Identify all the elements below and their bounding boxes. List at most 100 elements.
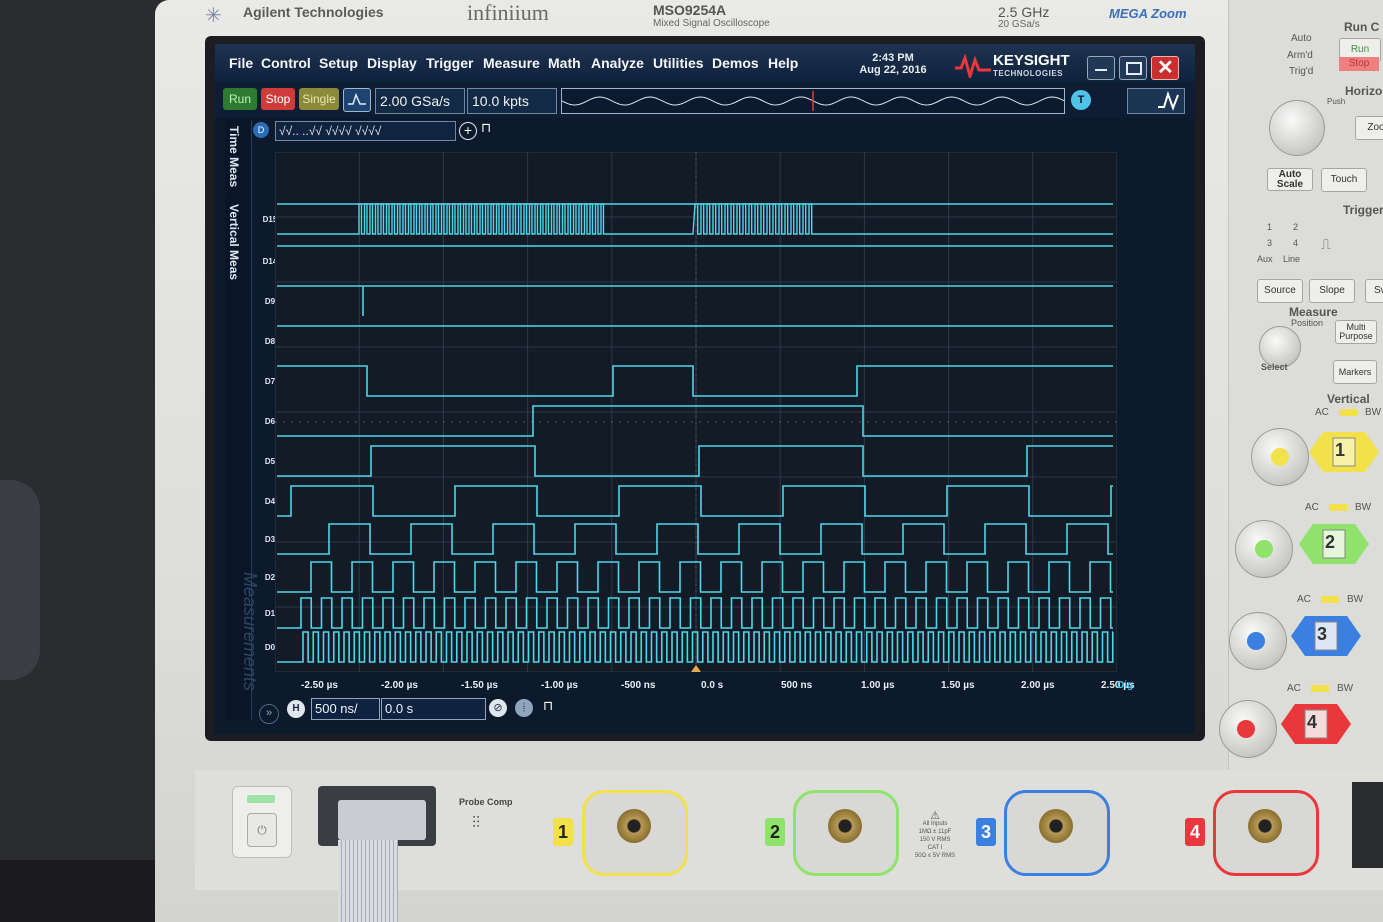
- keysight-word: KEYSIGHT: [993, 52, 1070, 69]
- spec-cat: CAT I: [927, 845, 943, 851]
- time-position-field[interactable]: 0.0 s: [381, 698, 486, 720]
- expand-icon[interactable]: »: [259, 704, 279, 724]
- ribbon-connector: [338, 800, 426, 840]
- restore-button[interactable]: [1119, 56, 1147, 80]
- trig-source-1: 1: [1267, 222, 1273, 232]
- stop-button[interactable]: Stop: [261, 88, 295, 110]
- megazoom-logo: MEGA Zoom: [1109, 6, 1187, 21]
- ch1-bw-label: BW: [1365, 407, 1382, 418]
- probe-comp-label: Probe Comp: [459, 797, 513, 807]
- slope-button[interactable]: Slope: [1309, 279, 1355, 303]
- ch2-number[interactable]: 2: [1325, 532, 1335, 553]
- time-scale-field[interactable]: 500 ns/: [311, 698, 380, 720]
- menu-demos[interactable]: Demos: [712, 55, 759, 71]
- panel-stop-button[interactable]: Stop: [1339, 57, 1379, 71]
- measure-wave-icon: [1158, 90, 1179, 111]
- trace-d2: [277, 561, 1113, 593]
- waveform-grid: Measurements: [240, 151, 1118, 691]
- ch3-number[interactable]: 3: [1317, 624, 1327, 645]
- digital-activity-field[interactable]: √√.. ..√√ √√√√ √√√√: [275, 121, 456, 141]
- ch2-bw-label: BW: [1355, 502, 1372, 513]
- menu-help[interactable]: Help: [768, 55, 798, 71]
- horizontal-scale-knob[interactable]: [1269, 100, 1325, 156]
- single-button[interactable]: Single: [299, 88, 339, 110]
- menu-measure[interactable]: Measure: [483, 55, 540, 71]
- clock-date: Aug 22, 2016: [859, 64, 927, 76]
- ch4-number[interactable]: 4: [1307, 712, 1317, 733]
- trace-d0: [277, 631, 1114, 663]
- menu-display[interactable]: Display: [367, 55, 417, 71]
- autoscale-icon: [348, 92, 366, 105]
- menu-math[interactable]: Math: [548, 55, 581, 71]
- rising-edge-icon: ⎍: [1321, 236, 1331, 252]
- pin-icon[interactable]: ⊓: [481, 120, 491, 136]
- series-name: infiniium: [467, 0, 549, 25]
- add-channel-icon[interactable]: +: [459, 122, 477, 140]
- toolbar: Run Stop Single 2.00 GSa/s 10.0 kpts T: [215, 82, 1195, 118]
- zoom-icon[interactable]: ⊘: [489, 699, 507, 717]
- tracks-icon[interactable]: ⦙: [515, 699, 533, 717]
- maker-name: Agilent Technologies: [243, 4, 384, 20]
- touch-button[interactable]: Touch: [1321, 168, 1367, 192]
- ch1-number[interactable]: 1: [1335, 440, 1345, 461]
- autoscale-button[interactable]: [343, 88, 371, 112]
- markers-button[interactable]: Markers: [1333, 360, 1377, 384]
- scope-screen: File Control Setup Display Trigger Measu…: [215, 44, 1195, 734]
- trace-d5: [277, 445, 1113, 477]
- select-label: Select: [1261, 362, 1288, 372]
- ch1-led: [1339, 409, 1357, 416]
- memory-depth-field[interactable]: 10.0 kpts: [467, 88, 557, 114]
- bottom-pin-icon[interactable]: ⊓: [543, 698, 553, 714]
- menu-utilities[interactable]: Utilities: [653, 55, 704, 71]
- multi-purpose-button[interactable]: Multi Purpose: [1335, 320, 1377, 344]
- close-button[interactable]: ✕: [1151, 56, 1179, 80]
- menu-control[interactable]: Control: [261, 55, 311, 71]
- waveform-svg: [274, 151, 1118, 673]
- tab-vertical-meas[interactable]: Vertical Meas: [227, 204, 241, 280]
- trig-source-line: Line: [1283, 254, 1301, 264]
- run-button[interactable]: Run: [223, 88, 257, 110]
- horizontal-badge[interactable]: H: [287, 700, 305, 718]
- power-icon[interactable]: ⏻: [247, 813, 277, 847]
- ch4-knob-indicator: [1237, 720, 1255, 738]
- source-button[interactable]: Source: [1257, 279, 1303, 303]
- input4-bnc[interactable]: [1213, 790, 1319, 876]
- keysight-sub: TECHNOLOGIES: [993, 69, 1064, 78]
- time-tick-label: 0.0 s: [701, 680, 724, 691]
- menu-file[interactable]: File: [229, 55, 253, 71]
- sample-rate-field[interactable]: 2.00 GSa/s: [375, 88, 465, 114]
- time-tick-label: -500 ns: [621, 680, 656, 691]
- minimize-button[interactable]: [1087, 56, 1115, 80]
- ch3-bw-label: BW: [1347, 594, 1364, 605]
- measure-heading: Measure: [1289, 305, 1338, 319]
- keysight-logo: KEYSIGHT TECHNOLOGIES: [955, 52, 1085, 80]
- zoom-button[interactable]: Zoo: [1355, 116, 1383, 140]
- minimize-icon: [1095, 69, 1107, 71]
- trigger-badge[interactable]: T: [1071, 90, 1091, 110]
- waveform-overview[interactable]: [561, 88, 1065, 114]
- sweep-button[interactable]: Sw: [1365, 279, 1383, 303]
- menu-setup[interactable]: Setup: [319, 55, 358, 71]
- tab-time-meas[interactable]: Time Meas: [227, 126, 241, 187]
- trace-d7: [277, 365, 1113, 397]
- auto-scale-button[interactable]: Auto Scale: [1267, 168, 1313, 191]
- digital-bus-bar: D √√.. ..√√ √√√√ √√√√ + ⊓: [247, 118, 507, 144]
- display-toggle-button[interactable]: [1127, 88, 1185, 114]
- menu-trigger[interactable]: Trigger: [426, 55, 473, 71]
- menu-analyze[interactable]: Analyze: [591, 55, 644, 71]
- input3-bnc[interactable]: [1004, 790, 1110, 876]
- position-label: Position: [1291, 318, 1324, 328]
- time-tick-label: 2.00 µs: [1021, 680, 1055, 691]
- measurements-watermark: Measurements: [240, 572, 260, 692]
- clock-time: 2:43 PM: [872, 52, 914, 64]
- trace-d3: [277, 523, 1113, 555]
- clock: 2:43 PM Aug 22, 2016: [853, 52, 933, 76]
- ch3-ac-label: AC: [1297, 594, 1311, 605]
- spec-impedance: 1MΩ ± 11pF: [918, 829, 952, 835]
- overview-wave-icon: [561, 91, 1065, 111]
- bnc3-connector-icon: [1039, 809, 1073, 843]
- digital-badge[interactable]: D: [253, 122, 269, 138]
- input1-bnc[interactable]: [582, 790, 688, 876]
- input2-bnc[interactable]: [793, 790, 899, 876]
- all-inputs-label: All Inputs: [922, 821, 948, 827]
